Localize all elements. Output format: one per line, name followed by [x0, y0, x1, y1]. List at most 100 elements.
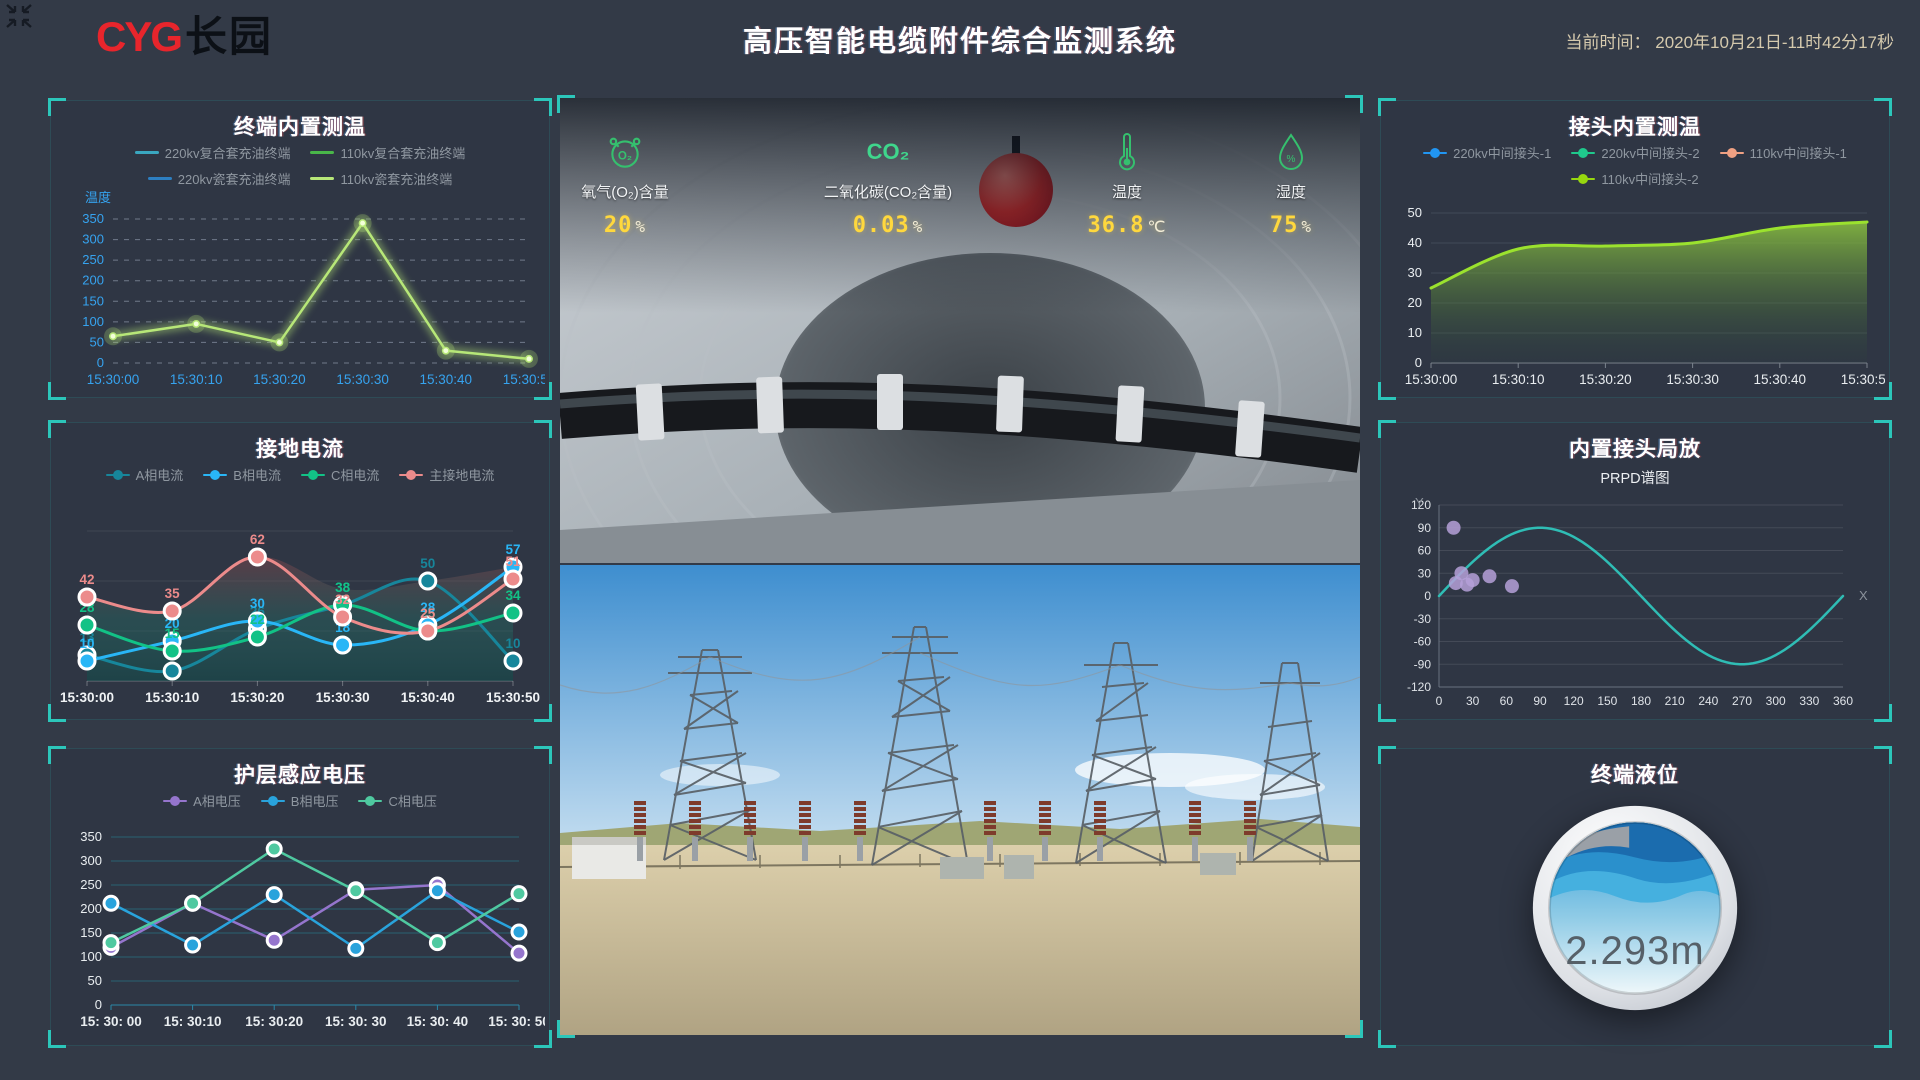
svg-text:50: 50: [1408, 205, 1422, 220]
svg-text:15: 30: 30: 15: 30: 30: [325, 1014, 387, 1029]
svg-text:240: 240: [1698, 694, 1718, 708]
svg-text:30: 30: [250, 596, 265, 611]
svg-text:20: 20: [1408, 295, 1422, 310]
panel-title: 接头内置测温: [1381, 111, 1889, 141]
svg-text:180: 180: [1631, 694, 1651, 708]
sensor-humidity: % 湿度 75%: [1224, 132, 1358, 238]
svg-text:%: %: [1287, 154, 1296, 165]
logo-cn: 长园: [185, 13, 273, 60]
svg-text:150: 150: [1597, 694, 1617, 708]
svg-text:-60: -60: [1414, 635, 1432, 649]
legend-item[interactable]: 220kv中间接头-2: [1571, 143, 1699, 162]
svg-text:270: 270: [1732, 694, 1752, 708]
collapse-icon[interactable]: [4, 2, 34, 30]
humidity-icon: %: [1224, 132, 1358, 172]
svg-text:0: 0: [1415, 355, 1422, 370]
svg-text:22: 22: [250, 612, 265, 627]
logo-cyg: CYG: [96, 13, 181, 60]
legend-item[interactable]: 220kv瓷套充油终端: [148, 169, 291, 188]
svg-text:90: 90: [1418, 521, 1432, 535]
panel-title: 护层感应电压: [51, 759, 549, 789]
sensor-label: 温度: [1052, 181, 1202, 202]
svg-text:150: 150: [80, 925, 102, 940]
svg-text:360: 360: [1833, 694, 1853, 708]
svg-text:350: 350: [80, 829, 102, 844]
panel-sheath-voltage: 护层感应电压 A相电压B相电压C相电压 05010015020025030035…: [50, 748, 550, 1046]
svg-text:100: 100: [82, 314, 104, 329]
prpd-chart: -120-90-60-30030609012003060901201501802…: [1385, 493, 1885, 715]
svg-text:-120: -120: [1407, 680, 1431, 694]
svg-text:X: X: [1859, 588, 1868, 603]
legend-item[interactable]: 220kv复合套充油终端: [135, 143, 291, 162]
panel-title: 内置接头局放: [1381, 433, 1889, 463]
svg-text:250: 250: [82, 252, 104, 267]
svg-text:300: 300: [82, 232, 104, 247]
legend-item[interactable]: 110kv复合套充油终端: [310, 143, 465, 162]
svg-text:50: 50: [88, 973, 102, 988]
sensor-value: 36.8℃: [1052, 213, 1202, 238]
svg-text:15:30:40: 15:30:40: [1754, 372, 1807, 387]
svg-text:-90: -90: [1414, 657, 1432, 671]
legend-item[interactable]: 110kv中间接头-1: [1720, 143, 1847, 162]
legend-item[interactable]: B相电流: [203, 465, 281, 484]
panel-title: 终端液位: [1381, 759, 1889, 789]
logo: CYG长园: [96, 16, 273, 58]
legend-item[interactable]: 110kv瓷套充油终端: [310, 169, 452, 188]
legend-item[interactable]: A相电压: [163, 791, 241, 810]
svg-text:15:30:30: 15:30:30: [1666, 372, 1719, 387]
svg-text:50: 50: [420, 556, 435, 571]
co2-icon: CO₂: [808, 132, 968, 172]
svg-text:15:30:40: 15:30:40: [401, 690, 455, 705]
svg-text:0: 0: [97, 355, 104, 370]
legend-item[interactable]: C相电流: [301, 465, 379, 484]
svg-text:60: 60: [1500, 694, 1514, 708]
svg-text:O₂: O₂: [618, 150, 632, 162]
svg-text:100: 100: [80, 949, 102, 964]
panel-ground-current: 接地电流 A相电流B相电流C相电流主接地电流 15:30:0015:30:101…: [50, 422, 550, 720]
page-title: 高压智能电缆附件综合监测系统: [743, 18, 1177, 60]
legend-item[interactable]: 110kv中间接头-2: [1571, 169, 1698, 188]
legend-item[interactable]: A相电流: [106, 465, 184, 484]
joint-temp-chart: 0102030405015:30:0015:30:1015:30:2015:30…: [1385, 205, 1885, 393]
legend: 220kv复合套充油终端 110kv复合套充油终端 220kv瓷套充油终端 110kv…: [51, 143, 549, 188]
svg-text:350: 350: [82, 211, 104, 226]
svg-text:15:30:10: 15:30:10: [145, 690, 199, 705]
sensor-label: 氧气(O₂)含量: [560, 181, 700, 202]
svg-text:42: 42: [79, 572, 94, 587]
svg-text:120: 120: [1564, 694, 1584, 708]
sensor-value: 75%: [1224, 213, 1358, 238]
panel-terminal-temp: 终端内置测温 220kv复合套充油终端110kv复合套充油终端220kv瓷套充油…: [50, 100, 550, 398]
terminal-temp-chart: 05010015020025030035015:30:0015:30:1015:…: [55, 205, 545, 393]
panel-joint-pd: 内置接头局放 PRPD谱图 -120-90-60-300306090120030…: [1380, 422, 1890, 720]
y-axis-label: 温度: [85, 187, 111, 206]
svg-text:15:30:10: 15:30:10: [1492, 372, 1545, 387]
svg-text:210: 210: [1665, 694, 1685, 708]
legend-item[interactable]: B相电压: [261, 791, 339, 810]
sensor-value: 0.03%: [808, 213, 968, 238]
svg-text:15: 30:20: 15: 30:20: [245, 1014, 303, 1029]
svg-text:50: 50: [90, 334, 104, 349]
svg-text:30: 30: [1408, 265, 1422, 280]
legend-item[interactable]: 主接地电流: [399, 465, 494, 484]
svg-text:0: 0: [95, 997, 102, 1012]
current-time: 当前时间： 2020年10月21日-11时42分17秒: [1566, 28, 1895, 53]
svg-text:15: 30:10: 15: 30:10: [164, 1014, 222, 1029]
legend-item[interactable]: C相电压: [358, 791, 436, 810]
svg-text:90: 90: [1533, 694, 1547, 708]
svg-text:200: 200: [82, 273, 104, 288]
time-value: 2020年10月21日-11时42分17秒: [1655, 33, 1894, 52]
svg-text:25: 25: [420, 606, 436, 621]
sensor-label: 湿度: [1224, 181, 1358, 202]
panel-title: 接地电流: [51, 433, 549, 463]
svg-text:15:30:50: 15:30:50: [486, 690, 540, 705]
sensor-co2: CO₂ 二氧化碳(CO₂含量) 0.03%: [808, 132, 968, 238]
svg-text:35: 35: [165, 586, 181, 601]
svg-text:15: 30: 00: 15: 30: 00: [80, 1014, 142, 1029]
legend-item[interactable]: 220kv中间接头-1: [1423, 143, 1551, 162]
svg-text:30: 30: [1418, 566, 1432, 580]
svg-text:10: 10: [1408, 325, 1422, 340]
panel-joint-temp: 接头内置测温 220kv中间接头-1 220kv中间接头-2 110kv中间接头-1…: [1380, 100, 1890, 398]
svg-text:40: 40: [1408, 235, 1422, 250]
svg-text:51: 51: [505, 554, 521, 569]
time-label: 当前时间：: [1566, 33, 1651, 52]
